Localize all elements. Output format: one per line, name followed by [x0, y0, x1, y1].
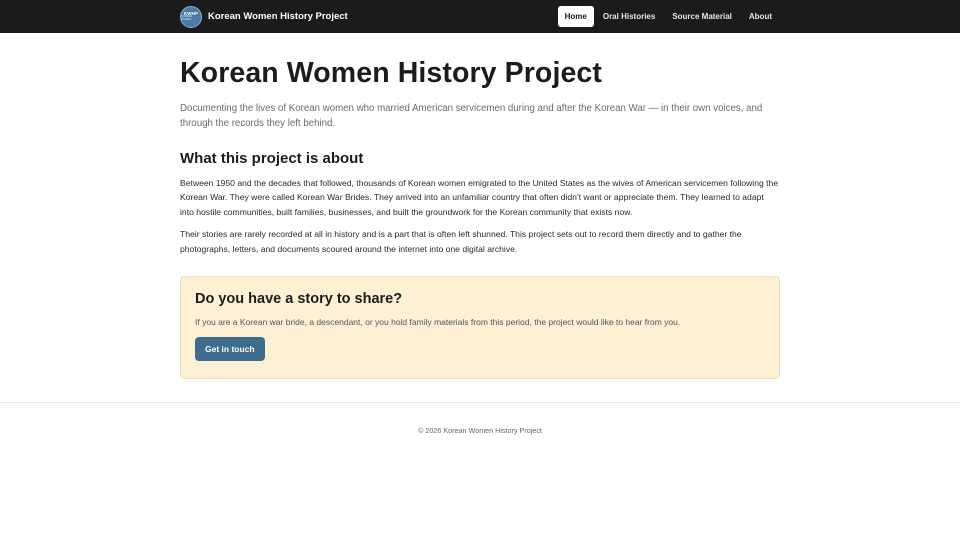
nav-source-material[interactable]: Source Material	[664, 6, 740, 27]
top-navbar: KWHP KOREAN WOMEN Korean Women History P…	[0, 0, 960, 33]
nav-oral-histories[interactable]: Oral Histories	[595, 6, 663, 27]
logo-subtext: KOREAN WOMEN	[181, 15, 193, 21]
footer: © 2026 Korean Women History Project	[0, 426, 960, 435]
logo: KWHP KOREAN WOMEN	[180, 5, 202, 28]
about-paragraph-1: Between 1950 and the decades that follow…	[180, 178, 779, 217]
story-callout: Do you have a story to share? If you are…	[180, 276, 780, 380]
about-paragraph-2: Their stories are rarely recorded at all…	[180, 229, 742, 254]
main-content: Korean Women History Project Documenting…	[180, 57, 780, 380]
brand[interactable]: KWHP KOREAN WOMEN Korean Women History P…	[180, 5, 348, 28]
about-heading: What this project is about	[180, 150, 364, 167]
get-in-touch-button[interactable]: Get in touch	[195, 337, 265, 362]
lede: Documenting the lives of Korean women wh…	[180, 103, 763, 129]
footer-divider	[0, 402, 960, 404]
brand-name[interactable]: Korean Women History Project	[208, 11, 348, 22]
nav-about[interactable]: About	[741, 6, 780, 27]
nav-home[interactable]: Home	[557, 6, 594, 27]
main-nav: Home Oral Histories Source Material Abou…	[557, 6, 780, 27]
copyright-text: © 2026 Korean Women History Project	[418, 426, 542, 436]
callout-text: If you are a Korean war bride, a descend…	[195, 317, 681, 328]
page-title: Korean Women History Project	[180, 57, 602, 89]
callout-heading: Do you have a story to share?	[195, 291, 403, 308]
